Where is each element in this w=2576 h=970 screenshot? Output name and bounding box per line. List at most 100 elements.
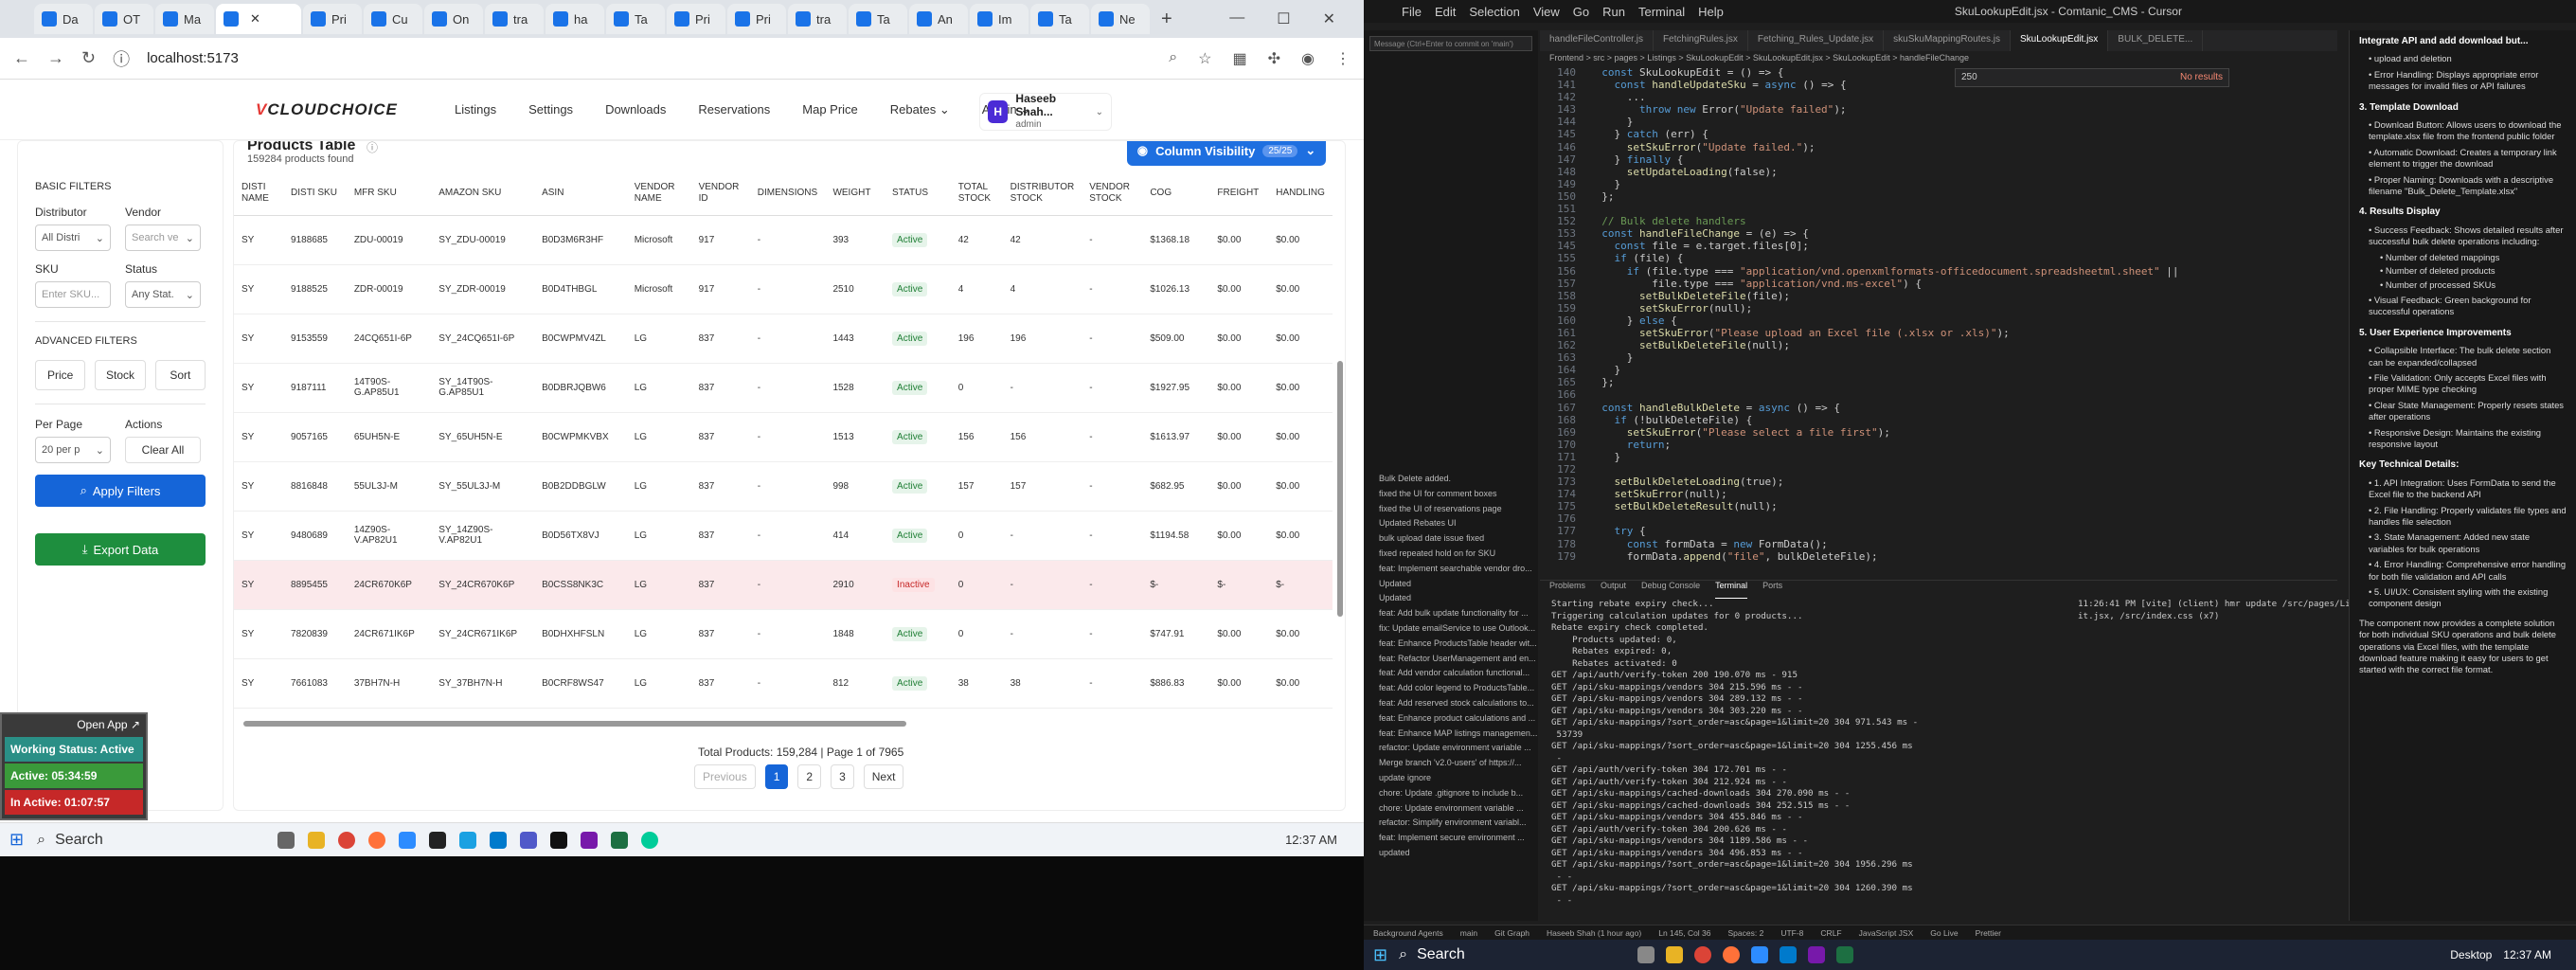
column-header[interactable]: COG bbox=[1142, 171, 1210, 216]
editor-tab[interactable]: FetchingRules.jsx bbox=[1654, 30, 1748, 51]
column-header[interactable]: VENDOR STOCK bbox=[1082, 171, 1143, 216]
commit-item[interactable]: feat: Enhance MAP listings managemen... bbox=[1364, 728, 1538, 744]
commit-item[interactable]: chore: Update environment variable ... bbox=[1364, 803, 1538, 818]
windows-start-icon[interactable]: ⊞ bbox=[1373, 945, 1387, 965]
status-item[interactable]: JavaScript JSX bbox=[1859, 928, 1914, 938]
menu-item[interactable]: Run bbox=[1602, 5, 1625, 19]
previous-page-button[interactable]: Previous bbox=[694, 764, 756, 789]
task-view-icon[interactable] bbox=[277, 831, 295, 849]
zoom-app-icon[interactable] bbox=[1751, 946, 1769, 963]
commit-item[interactable]: feat: Implement searchable vendor dro... bbox=[1364, 564, 1538, 579]
brand-logo[interactable]: VCLOUDCHOICE bbox=[256, 100, 398, 119]
vscode-icon[interactable] bbox=[490, 831, 508, 849]
browser-tab[interactable]: OT bbox=[95, 4, 153, 34]
commit-item[interactable]: fixed the UI of reservations page bbox=[1364, 504, 1538, 519]
onenote-icon[interactable] bbox=[1808, 946, 1826, 963]
commit-item[interactable]: fixed repeated hold on for SKU bbox=[1364, 548, 1538, 564]
minimize-icon[interactable]: — bbox=[1229, 9, 1244, 28]
commit-item[interactable]: feat: Add color legend to ProductsTable.… bbox=[1364, 683, 1538, 698]
back-icon[interactable]: ← bbox=[13, 48, 30, 68]
status-item[interactable]: Git Graph bbox=[1494, 928, 1530, 938]
nav-item-settings[interactable]: Settings bbox=[528, 102, 573, 117]
edge-icon[interactable] bbox=[641, 831, 659, 849]
app-icon[interactable] bbox=[429, 831, 447, 849]
menu-item[interactable]: File bbox=[1402, 5, 1422, 19]
nav-item-rebates[interactable]: Rebates ⌄ bbox=[890, 102, 950, 117]
column-header[interactable]: TOTAL STOCK bbox=[950, 171, 1003, 216]
commit-item[interactable]: feat: Implement secure environment ... bbox=[1364, 833, 1538, 848]
column-header[interactable]: AMAZON SKU bbox=[431, 171, 535, 216]
export-data-button[interactable]: ⤓ Export Data bbox=[35, 533, 206, 566]
table-row[interactable]: SY 9057165 65UH5N-E SY_65UH5N-E B0CWPMKVBX LG… bbox=[234, 412, 1333, 462]
nav-item-downloads[interactable]: Downloads bbox=[605, 102, 666, 117]
commit-item[interactable]: Merge branch 'v2.0-users' of https://... bbox=[1364, 758, 1538, 773]
editor-tab[interactable]: skuSkuMappingRoutes.js bbox=[1884, 30, 2012, 51]
menu-item[interactable]: Go bbox=[1573, 5, 1589, 19]
open-app-button[interactable]: Open App ↗ bbox=[2, 714, 146, 735]
terminal-output-vite[interactable]: 11:26:41 PM [vite] (client) hmr update /… bbox=[2070, 599, 2444, 656]
panel-tab[interactable]: Terminal bbox=[1715, 581, 1748, 599]
status-item[interactable]: Spaces: 2 bbox=[1728, 928, 1764, 938]
vscode-icon[interactable] bbox=[1780, 946, 1798, 963]
browser-tab[interactable]: Ta bbox=[849, 4, 907, 34]
clear-all-button[interactable]: Clear All bbox=[125, 437, 201, 463]
column-header[interactable]: ASIN bbox=[534, 171, 627, 216]
new-tab-icon[interactable]: + bbox=[1161, 9, 1172, 30]
vendor-search-select[interactable]: Search ve ⌄ bbox=[125, 225, 201, 251]
nav-item-reservations[interactable]: Reservations bbox=[698, 102, 770, 117]
column-header[interactable]: STATUS bbox=[885, 171, 951, 216]
commit-item[interactable]: refactor: Simplify environment variabl..… bbox=[1364, 817, 1538, 833]
commit-message-input[interactable]: Message (Ctrl+Enter to commit on 'main') bbox=[1369, 36, 1532, 51]
taskbar-search[interactable]: ⌕ Search bbox=[37, 827, 264, 853]
firefox-icon[interactable] bbox=[368, 831, 386, 849]
commit-item[interactable]: update ignore bbox=[1364, 773, 1538, 788]
commit-item[interactable]: feat: Refactor UserManagement and en... bbox=[1364, 654, 1538, 669]
apply-filters-button[interactable]: ⌕ Apply Filters bbox=[35, 475, 206, 507]
code-editor[interactable]: 140 const SkuLookupEdit = () => {141 con… bbox=[1540, 66, 2337, 568]
browser-tab[interactable]: On bbox=[424, 4, 483, 34]
commit-item[interactable]: feat: Enhance product calculations and .… bbox=[1364, 713, 1538, 728]
menu-icon[interactable]: ⋮ bbox=[1335, 49, 1351, 68]
taskbar-search[interactable]: ⌕ Search bbox=[1399, 942, 1626, 968]
chrome-icon[interactable] bbox=[338, 831, 356, 849]
browser-tab[interactable]: Ta bbox=[1030, 4, 1089, 34]
column-header[interactable]: VENDOR ID bbox=[690, 171, 750, 216]
browser-tab[interactable]: Ta bbox=[606, 4, 665, 34]
user-menu[interactable]: H Haseeb Shah... admin ⌄ bbox=[979, 92, 1112, 131]
column-header[interactable]: DIMENSIONS bbox=[749, 171, 826, 216]
vertical-scrollbar[interactable] bbox=[1335, 171, 1345, 702]
app-icon[interactable] bbox=[459, 831, 477, 849]
windows-start-icon[interactable]: ⊞ bbox=[9, 830, 24, 850]
menu-item[interactable]: Help bbox=[1698, 5, 1724, 19]
browser-tab[interactable]: Pri bbox=[303, 4, 362, 34]
commit-item[interactable]: Updated bbox=[1364, 579, 1538, 594]
table-row[interactable]: SY 7661083 37BH7N-H SY_37BH7N-H B0CRF8WS47 LG… bbox=[234, 658, 1333, 709]
stock-filter-button[interactable]: Stock bbox=[95, 360, 146, 390]
table-row[interactable]: SY 9187111 14T90S-G.AP85U1 SY_14T90S-G.AP85… bbox=[234, 363, 1333, 413]
task-view-icon[interactable] bbox=[1637, 946, 1655, 963]
bookmark-star-icon[interactable]: ☆ bbox=[1198, 49, 1211, 68]
commit-item[interactable]: Updated Rebates UI bbox=[1364, 518, 1538, 533]
commit-item[interactable]: chore: Update .gitignore to include b... bbox=[1364, 788, 1538, 803]
close-icon[interactable]: ✕ bbox=[1323, 9, 1335, 28]
url-field[interactable]: localhost:5173 bbox=[147, 50, 1152, 66]
column-header[interactable]: FREIGHT bbox=[1209, 171, 1269, 216]
status-item[interactable]: CRLF bbox=[1820, 928, 1841, 938]
status-item[interactable]: Haseeb Shah (1 hour ago) bbox=[1547, 928, 1641, 938]
page-button[interactable]: 3 bbox=[831, 764, 854, 789]
maximize-icon[interactable]: ☐ bbox=[1277, 9, 1290, 28]
page-button[interactable]: 1 bbox=[764, 764, 789, 789]
zoom-icon[interactable]: ⌕ bbox=[1169, 49, 1177, 68]
editor-tab[interactable]: BULK_DELETE... bbox=[2108, 30, 2204, 51]
status-item[interactable]: Background Agents bbox=[1373, 928, 1443, 938]
forward-icon[interactable]: → bbox=[47, 48, 64, 68]
commit-item[interactable]: fix: Update emailService to use Outlook.… bbox=[1364, 623, 1538, 638]
commit-item[interactable]: bulk upload date issue fixed bbox=[1364, 533, 1538, 548]
editor-tab[interactable]: Fetching_Rules_Update.jsx bbox=[1748, 30, 1885, 51]
column-header[interactable]: WEIGHT bbox=[825, 171, 886, 216]
commit-item[interactable]: feat: Add reserved stock calculations to… bbox=[1364, 698, 1538, 713]
excel-icon[interactable] bbox=[1836, 946, 1854, 963]
commit-item[interactable]: feat: Add vendor calculation functional.… bbox=[1364, 668, 1538, 683]
column-header[interactable]: DISTI NAME bbox=[234, 171, 284, 216]
table-row[interactable]: SY 9153559 24CQ651I-6P SY_24CQ651I-6P B0CWPM… bbox=[234, 314, 1333, 364]
